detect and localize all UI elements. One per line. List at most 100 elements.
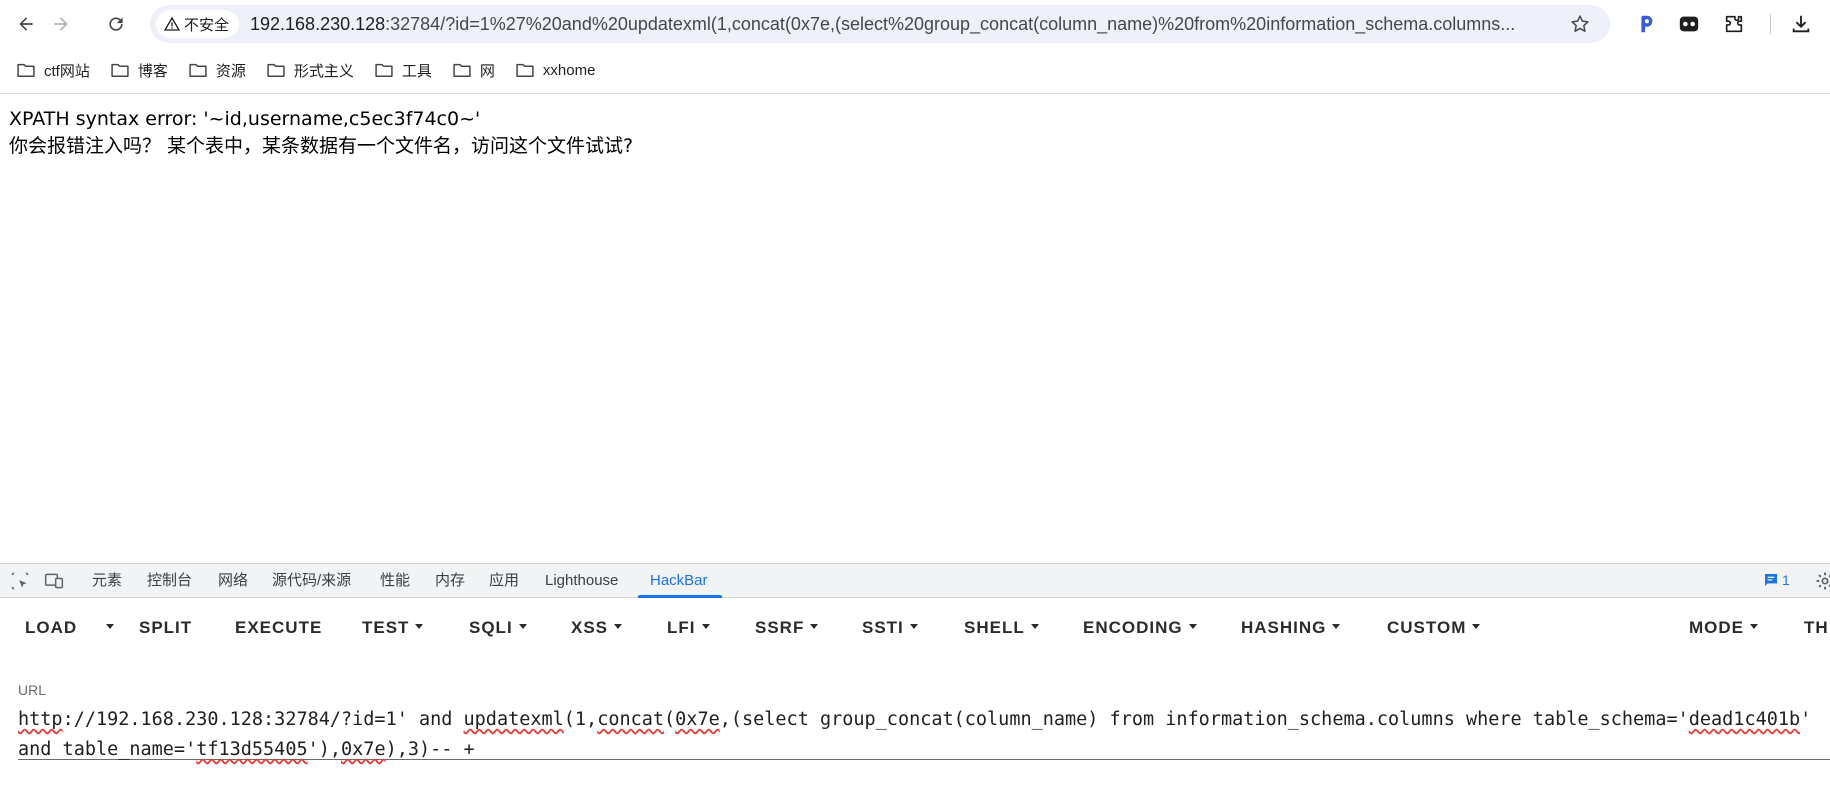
url-segment: 0x7e <box>675 709 720 730</box>
back-button[interactable] <box>12 10 40 38</box>
test-menu[interactable]: TEST <box>362 616 424 640</box>
devtools-panel: 元素 控制台 网络 源代码/来源 性能 内存 应用 Lighthouse Hac… <box>0 563 1830 803</box>
bookmark-label: 工具 <box>401 62 432 80</box>
tab-application[interactable]: 应用 <box>489 564 519 598</box>
ssrf-menu[interactable]: SSRF <box>755 616 819 640</box>
toolbar-separator <box>1770 14 1771 34</box>
bookmark-folder-xxhome[interactable]: xxhome <box>513 55 606 85</box>
encoding-label: ENCODING <box>1083 618 1183 637</box>
caret-down-icon <box>415 624 424 630</box>
url-segment: updatexml <box>463 709 564 730</box>
reload-button[interactable] <box>102 10 130 38</box>
page-content: XPATH syntax error: '~id,username,c5ec3f… <box>9 106 633 160</box>
xss-label: XSS <box>571 618 609 637</box>
folder-icon <box>516 63 534 77</box>
extensions-button[interactable] <box>1722 12 1746 36</box>
folder-icon <box>267 63 285 77</box>
forward-button[interactable] <box>47 10 75 38</box>
ssrf-label: SSRF <box>755 618 805 637</box>
sqli-label: SQLI <box>469 618 513 637</box>
xss-menu[interactable]: XSS <box>571 616 623 640</box>
url-host: 192.168.230.128 <box>250 14 386 34</box>
caret-down-icon <box>701 624 710 630</box>
load-dropdown-button[interactable] <box>100 616 114 640</box>
bookmark-label: xxhome <box>542 61 596 79</box>
caret-down-icon <box>909 624 918 630</box>
lfi-label: LFI <box>667 618 696 637</box>
url-segment: tf13d55405 <box>196 739 308 760</box>
tab-performance[interactable]: 性能 <box>380 564 410 598</box>
security-chip[interactable]: 不安全 <box>156 10 240 38</box>
load-label: LOAD <box>25 618 78 637</box>
tab-network[interactable]: 网络 <box>218 564 248 598</box>
warning-icon <box>164 16 180 31</box>
caret-down-icon <box>106 624 114 630</box>
lfi-menu[interactable]: LFI <box>667 616 710 640</box>
console-message-badge[interactable]: 1 <box>1763 572 1790 588</box>
theme-menu[interactable]: TH <box>1804 616 1829 640</box>
folder-icon <box>453 63 471 77</box>
extension-hackbar-button[interactable] <box>1634 12 1658 36</box>
custom-menu[interactable]: CUSTOM <box>1387 616 1481 640</box>
url-segment: 0x7e <box>341 739 386 760</box>
bookmark-folder-ctf[interactable]: ctf网站 <box>14 55 100 85</box>
hashing-label: HASHING <box>1241 618 1327 637</box>
bookmark-label: 形式主义 <box>293 62 354 80</box>
caret-down-icon <box>810 624 819 630</box>
address-bar[interactable]: 不安全 192.168.230.128:32784/?id=1%27%20and… <box>150 5 1610 43</box>
mode-menu[interactable]: MODE <box>1689 616 1758 640</box>
tab-memory[interactable]: 内存 <box>435 564 465 598</box>
bookmark-folder-resources[interactable]: 资源 <box>186 55 256 85</box>
extension-p-icon <box>1641 15 1653 33</box>
url-field-label: URL <box>18 682 47 698</box>
inspect-element-icon[interactable] <box>10 571 30 591</box>
device-toolbar-icon[interactable] <box>44 571 64 591</box>
url-segment: ,(select group_concat(column_name) from … <box>719 709 1689 730</box>
shell-label: SHELL <box>964 618 1025 637</box>
url-segment: '), <box>307 739 342 760</box>
hashing-menu[interactable]: HASHING <box>1241 616 1341 640</box>
bookmark-folder-tools[interactable]: 工具 <box>372 55 442 85</box>
bookmarks-bar: ctf网站 博客 资源 形式主义 工具 网 xxhome <box>0 47 1830 94</box>
bookmark-label: 资源 <box>215 62 246 80</box>
sqli-menu[interactable]: SQLI <box>469 616 527 640</box>
tab-elements[interactable]: 元素 <box>92 564 122 598</box>
load-button[interactable]: LOAD <box>25 616 77 640</box>
url-textarea[interactable]: http://192.168.230.128:32784/?id=1' and … <box>18 703 1830 760</box>
tab-sources[interactable]: 源代码/来源 <box>272 564 351 598</box>
mode-label: MODE <box>1689 618 1744 637</box>
execute-button[interactable]: EXECUTE <box>235 616 322 640</box>
devtools-tabbar: 元素 控制台 网络 源代码/来源 性能 内存 应用 Lighthouse Hac… <box>0 563 1830 598</box>
url-segment: ://192.168.230.128:32784/?id=1' and <box>62 709 464 730</box>
settings-gear-icon[interactable] <box>1815 571 1830 591</box>
encoding-menu[interactable]: ENCODING <box>1083 616 1197 640</box>
puzzle-icon <box>1725 15 1743 33</box>
downloads-button[interactable] <box>1789 12 1813 36</box>
error-message: XPATH syntax error: '~id,username,c5ec3f… <box>9 108 481 130</box>
ssti-menu[interactable]: SSTI <box>862 616 918 640</box>
bookmark-folder-formalism[interactable]: 形式主义 <box>264 55 364 85</box>
caret-down-icon <box>614 624 623 630</box>
arrow-right-icon <box>54 17 68 31</box>
shell-menu[interactable]: SHELL <box>964 616 1039 640</box>
caret-down-icon <box>1188 624 1197 630</box>
bookmark-folder-web[interactable]: 网 <box>450 55 505 85</box>
hackbar-menu: LOAD SPLIT EXECUTE TEST SQLI XSS LFI SSR… <box>0 598 1830 656</box>
url-text[interactable]: 192.168.230.128:32784/?id=1%27%20and%20u… <box>250 5 1705 43</box>
folder-icon <box>375 63 393 77</box>
tab-lighthouse[interactable]: Lighthouse <box>545 564 618 598</box>
ssti-label: SSTI <box>862 618 904 637</box>
url-segment: concat <box>597 709 665 730</box>
tab-hackbar[interactable]: HackBar <box>650 564 708 598</box>
bookmark-star-icon[interactable] <box>1570 14 1590 34</box>
extension-tampermonkey-button[interactable] <box>1677 12 1701 36</box>
folder-icon <box>17 63 35 77</box>
tab-console[interactable]: 控制台 <box>147 564 192 598</box>
split-button[interactable]: SPLIT <box>139 616 192 640</box>
message-icon <box>1765 574 1777 586</box>
browser-toolbar: 不安全 192.168.230.128:32784/?id=1%27%20and… <box>0 0 1830 47</box>
folder-icon <box>189 63 207 77</box>
bookmark-folder-blog[interactable]: 博客 <box>108 55 178 85</box>
message-count: 1 <box>1782 572 1790 588</box>
url-segment: ),3)-- + <box>385 739 475 760</box>
